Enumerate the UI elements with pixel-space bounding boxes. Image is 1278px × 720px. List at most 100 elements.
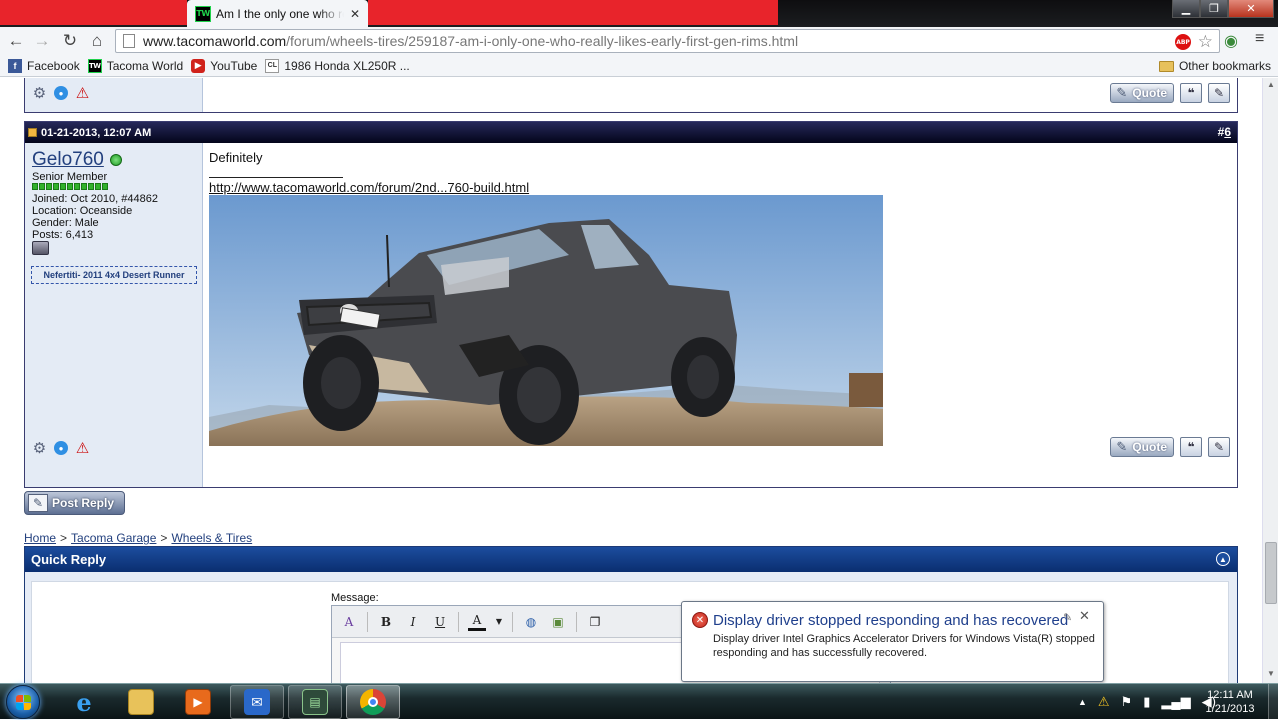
garage-photo-icon[interactable] (32, 241, 49, 255)
message-icon[interactable]: ● (54, 441, 68, 455)
notification-body: Display driver Intel Graphics Accelerato… (713, 633, 1095, 659)
post-date: 01-21-2013, 12:07 AM (41, 126, 152, 139)
signature-link[interactable]: http://www.tacomaworld.com/forum/2nd...7… (209, 180, 529, 195)
scroll-thumb[interactable] (1265, 542, 1277, 604)
tacomaworld-favicon-icon: TW (195, 5, 211, 22)
windows-logo-icon (16, 695, 31, 710)
scroll-down-icon[interactable]: ▼ (1263, 667, 1278, 681)
scroll-up-icon[interactable]: ▲ (1263, 78, 1278, 92)
post-reply-icon: ✎ (28, 494, 48, 512)
font-color-button[interactable]: A (468, 613, 486, 631)
report-warning-icon[interactable]: ⚠ (74, 85, 91, 102)
address-bar[interactable]: www.tacomaworld.com/forum/wheels-tires/2… (115, 29, 1220, 53)
taskbar-media-player[interactable]: ▶ (171, 685, 225, 719)
breadcrumb-wheels-tires[interactable]: Wheels & Tires (171, 531, 252, 545)
bold-button[interactable]: B (377, 613, 395, 631)
page-icon (123, 34, 135, 48)
previous-post: ⚙ ● ⚠ ✎ Quote ❝ ✎ (24, 78, 1238, 113)
remove-format-icon[interactable]: A (340, 613, 358, 631)
taskbar-chrome[interactable] (346, 685, 400, 719)
truck-photo[interactable] (209, 195, 883, 446)
multi-quote-button[interactable]: ❝ (1180, 437, 1202, 457)
bookmarks-bar: f Facebook TW Tacoma World ▶ YouTube CL 1986… (0, 55, 1278, 77)
forward-icon[interactable]: → (31, 31, 53, 51)
page-scrollbar[interactable]: ▲ ▼ (1262, 78, 1278, 683)
tray-expand-icon[interactable]: ▲ (1078, 697, 1087, 707)
taskbar-clock[interactable]: 12:11 AM 1/21/2013 (1198, 688, 1262, 716)
post-reply-button[interactable]: ✎ Post Reply (24, 491, 125, 515)
bookmark-facebook[interactable]: f Facebook (8, 58, 80, 73)
tray-warning-icon[interactable]: ⚠ (1098, 694, 1110, 710)
extension-icon[interactable]: ◉ (1224, 31, 1238, 51)
adblock-icon[interactable]: ABP (1175, 34, 1191, 50)
collapse-icon[interactable]: ▲ (1216, 552, 1230, 566)
quote-button[interactable]: ✎ Quote (1110, 437, 1174, 457)
reload-icon[interactable]: ↻ (59, 31, 81, 51)
user-options-icon[interactable]: ⚙ (31, 440, 48, 457)
breadcrumb-tacoma-garage[interactable]: Tacoma Garage (71, 531, 156, 545)
post-number[interactable]: #6 (1218, 125, 1231, 139)
breadcrumb-home[interactable]: Home (24, 531, 56, 545)
tab-strip-highlight-right (368, 0, 778, 25)
bookmark-youtube[interactable]: ▶ YouTube (191, 58, 257, 73)
quick-reply-title: Quick Reply (31, 552, 107, 567)
multi-quote-button[interactable]: ❝ (1180, 83, 1202, 103)
message-icon[interactable]: ● (54, 86, 68, 100)
driver-notification[interactable]: ✕ Display driver stopped responding and … (681, 601, 1104, 682)
user-options-icon[interactable]: ⚙ (31, 85, 48, 102)
quick-reply-header: Quick Reply ▲ (25, 547, 1237, 572)
reputation-bar (32, 183, 108, 190)
back-icon[interactable]: ← (5, 31, 27, 51)
signature-divider (209, 177, 343, 178)
notification-options-icon[interactable]: ✎ (1063, 611, 1072, 624)
error-icon: ✕ (692, 612, 708, 628)
underline-button[interactable]: U (431, 613, 449, 631)
start-button[interactable] (6, 685, 40, 719)
other-bookmarks[interactable]: Other bookmarks (1158, 59, 1271, 73)
user-posts: Posts: 6,413 (32, 229, 94, 241)
wrench-menu-icon[interactable]: ≡ (1255, 30, 1271, 48)
system-tray: ▲ ⚠ ⚑ ▮ ▂▄▆ ◀) (1078, 684, 1216, 720)
action-center-icon[interactable]: ⚑ (1121, 694, 1133, 710)
browser-tab-active[interactable]: TW Am I the only one who re ✕ (187, 0, 368, 27)
username-link[interactable]: Gelo760 (32, 149, 122, 171)
power-icon[interactable]: ▮ (1143, 694, 1150, 710)
taskbar-internet-explorer[interactable]: e (57, 685, 111, 719)
internet-explorer-icon: e (76, 687, 92, 717)
quote-button[interactable]: ✎ Quote (1110, 83, 1174, 103)
italic-button[interactable]: I (404, 613, 422, 631)
vehicle-signature-link[interactable]: Nefertiti- 2011 4x4 Desert Runner (31, 266, 197, 284)
clock-time: 12:11 AM (1207, 689, 1253, 701)
bookmark-craigslist[interactable]: CL 1986 Honda XL250R ... (265, 58, 410, 73)
notification-close-icon[interactable]: ✕ (1079, 608, 1090, 624)
taskbar-messenger[interactable]: ✉ (230, 685, 284, 719)
bookmark-star-icon[interactable]: ☆ (1198, 32, 1213, 52)
post-message: Definitely (209, 150, 263, 165)
post-header: 01-21-2013, 12:07 AM #6 (25, 122, 1237, 143)
home-icon[interactable]: ⌂ (86, 31, 108, 51)
show-desktop-button[interactable] (1268, 684, 1278, 720)
network-signal-icon[interactable]: ▂▄▆ (1161, 694, 1190, 710)
restore-button[interactable]: ❐ (1200, 0, 1228, 18)
window-close-button[interactable]: ✕ (1228, 0, 1274, 18)
minimize-button[interactable]: ▁ (1172, 0, 1200, 18)
messenger-icon: ✉ (244, 689, 270, 715)
quick-quote-button[interactable]: ✎ (1208, 437, 1230, 457)
breadcrumb: Home > Tacoma Garage > Wheels & Tires (24, 531, 253, 545)
clock-date: 1/21/2013 (1205, 703, 1255, 715)
quick-quote-button[interactable]: ✎ (1208, 83, 1230, 103)
insert-link-icon[interactable]: ◍ (522, 613, 540, 631)
message-label: Message: (331, 592, 379, 604)
tab-title: Am I the only one who re (216, 6, 344, 21)
insert-image-icon[interactable]: ▣ (549, 613, 567, 631)
wrap-quote-icon[interactable]: ❐ (586, 613, 604, 631)
report-warning-icon[interactable]: ⚠ (74, 440, 91, 457)
folder-icon (128, 689, 154, 715)
taskbar-task-app[interactable]: ▤ (288, 685, 342, 719)
tab-strip-highlight-left (0, 0, 187, 25)
browser-toolbar: ← → ↻ ⌂ www.tacomaworld.com/forum/wheels… (0, 27, 1278, 55)
taskbar-file-explorer[interactable] (114, 685, 168, 719)
tab-close-icon[interactable]: ✕ (350, 7, 360, 21)
bookmark-tacomaworld[interactable]: TW Tacoma World (87, 58, 183, 73)
chevron-down-icon[interactable]: ▼ (495, 613, 503, 631)
